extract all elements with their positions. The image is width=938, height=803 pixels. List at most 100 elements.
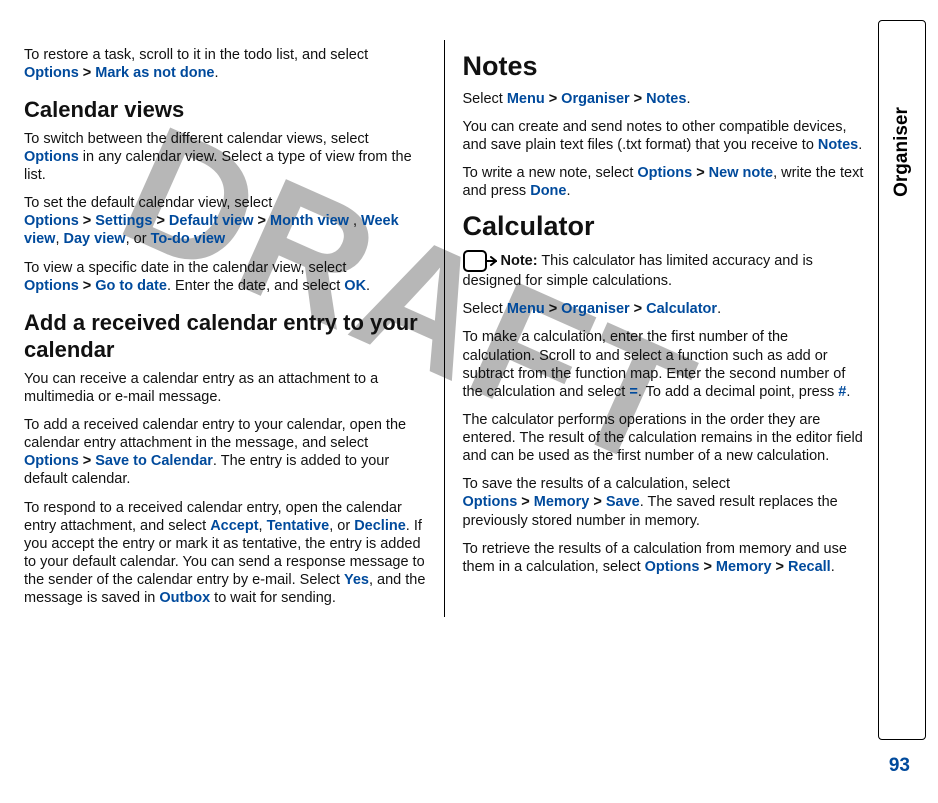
done-label: Done	[530, 183, 566, 199]
chevron-right-icon: >	[634, 301, 642, 317]
chevron-right-icon: >	[258, 213, 266, 229]
chevron-right-icon: >	[549, 301, 557, 317]
side-tab: Organiser	[878, 20, 926, 740]
options-label: Options	[24, 213, 79, 229]
calculator-label: Calculator	[646, 301, 717, 317]
day-view-label: Day view	[64, 231, 126, 247]
restore-task-paragraph: To restore a task, scroll to it in the t…	[24, 46, 426, 82]
calendar-views-heading: Calendar views	[24, 96, 426, 124]
mark-not-done-label: Mark as not done	[95, 65, 214, 81]
text: .	[717, 301, 721, 317]
chevron-right-icon: >	[549, 91, 557, 107]
text: ,	[55, 231, 63, 247]
equals-label: =	[629, 384, 637, 400]
text: in any calendar view. Select a type of v…	[24, 149, 412, 183]
options-label: Options	[24, 278, 79, 294]
text: Select	[463, 301, 507, 317]
text: .	[846, 384, 850, 400]
chevron-right-icon: >	[696, 165, 704, 181]
add-entry-p3: To respond to a received calendar entry,…	[24, 499, 426, 608]
text: ,	[349, 213, 361, 229]
chevron-right-icon: >	[776, 559, 784, 575]
left-column: To restore a task, scroll to it in the t…	[24, 40, 444, 617]
organiser-label: Organiser	[561, 301, 630, 317]
text: To write a new note, select	[463, 165, 638, 181]
tentative-label: Tentative	[267, 518, 330, 534]
section-label: Organiser	[891, 107, 913, 197]
calculator-p2: To make a calculation, enter the first n…	[463, 328, 865, 401]
notes-p2: You can create and send notes to other c…	[463, 118, 865, 154]
accept-label: Accept	[210, 518, 258, 534]
add-entry-heading: Add a received calendar entry to your ca…	[24, 309, 426, 364]
notes-p3: To write a new note, select Options> New …	[463, 164, 865, 200]
options-label: Options	[463, 494, 518, 510]
ok-label: OK	[344, 278, 366, 294]
options-label: Options	[637, 165, 692, 181]
calculator-heading: Calculator	[463, 210, 865, 244]
todo-view-label: To-do view	[151, 231, 226, 247]
text: To save the results of a calculation, se…	[463, 476, 731, 492]
calendar-views-p1: To switch between the different calendar…	[24, 130, 426, 184]
text: You can create and send notes to other c…	[463, 119, 847, 153]
options-label: Options	[645, 559, 700, 575]
text: , or	[126, 231, 151, 247]
text: ,	[259, 518, 267, 534]
page-number: 93	[889, 755, 910, 777]
text: .	[566, 183, 570, 199]
text: to wait for sending.	[210, 590, 336, 606]
note-icon	[463, 250, 497, 272]
outbox-label: Outbox	[159, 590, 210, 606]
page: DRAFT To restore a task, scroll to it in…	[0, 0, 938, 803]
chevron-right-icon: >	[83, 65, 91, 81]
options-label: Options	[24, 65, 79, 81]
memory-label: Memory	[534, 494, 590, 510]
chevron-right-icon: >	[83, 453, 91, 469]
text: To switch between the different calendar…	[24, 131, 369, 147]
calendar-views-p2: To set the default calendar view, select…	[24, 194, 426, 248]
decline-label: Decline	[354, 518, 406, 534]
calculator-p1: Select Menu>Organiser>Calculator.	[463, 300, 865, 318]
options-label: Options	[24, 453, 79, 469]
text: Select	[463, 91, 507, 107]
text: To add a received calendar entry to your…	[24, 417, 406, 451]
chevron-right-icon: >	[593, 494, 601, 510]
calculator-note: Note: This calculator has limited accura…	[463, 250, 865, 290]
calculator-p5: To retrieve the results of a calculation…	[463, 540, 865, 576]
add-entry-p1: You can receive a calendar entry as an a…	[24, 370, 426, 406]
default-view-label: Default view	[169, 213, 254, 229]
chevron-right-icon: >	[521, 494, 529, 510]
chevron-right-icon: >	[703, 559, 711, 575]
chevron-right-icon: >	[156, 213, 164, 229]
notes-p1: Select Menu>Organiser>Notes.	[463, 90, 865, 108]
notes-label: Notes	[818, 137, 858, 153]
save-label: Save	[606, 494, 640, 510]
text: To set the default calendar view, select	[24, 195, 272, 211]
text: .	[858, 137, 862, 153]
text: . The saved result replaces the previous…	[463, 494, 838, 528]
menu-label: Menu	[507, 91, 545, 107]
text: .	[215, 65, 219, 81]
chevron-right-icon: >	[83, 213, 91, 229]
save-to-calendar-label: Save to Calendar	[95, 453, 213, 469]
content-columns: To restore a task, scroll to it in the t…	[24, 40, 864, 617]
yes-label: Yes	[344, 572, 369, 588]
text: To view a specific date in the calendar …	[24, 260, 346, 276]
calendar-views-p3: To view a specific date in the calendar …	[24, 259, 426, 295]
calculator-p4: To save the results of a calculation, se…	[463, 475, 865, 529]
text: .	[831, 559, 835, 575]
text: , or	[329, 518, 354, 534]
right-column: Notes Select Menu>Organiser>Notes. You c…	[444, 40, 865, 617]
chevron-right-icon: >	[83, 278, 91, 294]
new-note-label: New note	[709, 165, 773, 181]
month-view-label: Month view	[270, 213, 349, 229]
options-label: Options	[24, 149, 79, 165]
notes-heading: Notes	[463, 50, 865, 84]
calculator-p3: The calculator performs operations in th…	[463, 411, 865, 465]
note-label: Note:	[501, 253, 538, 269]
text: To restore a task, scroll to it in the t…	[24, 47, 368, 63]
notes-label: Notes	[646, 91, 686, 107]
menu-label: Menu	[507, 301, 545, 317]
goto-date-label: Go to date	[95, 278, 167, 294]
add-entry-p2: To add a received calendar entry to your…	[24, 416, 426, 489]
recall-label: Recall	[788, 559, 831, 575]
